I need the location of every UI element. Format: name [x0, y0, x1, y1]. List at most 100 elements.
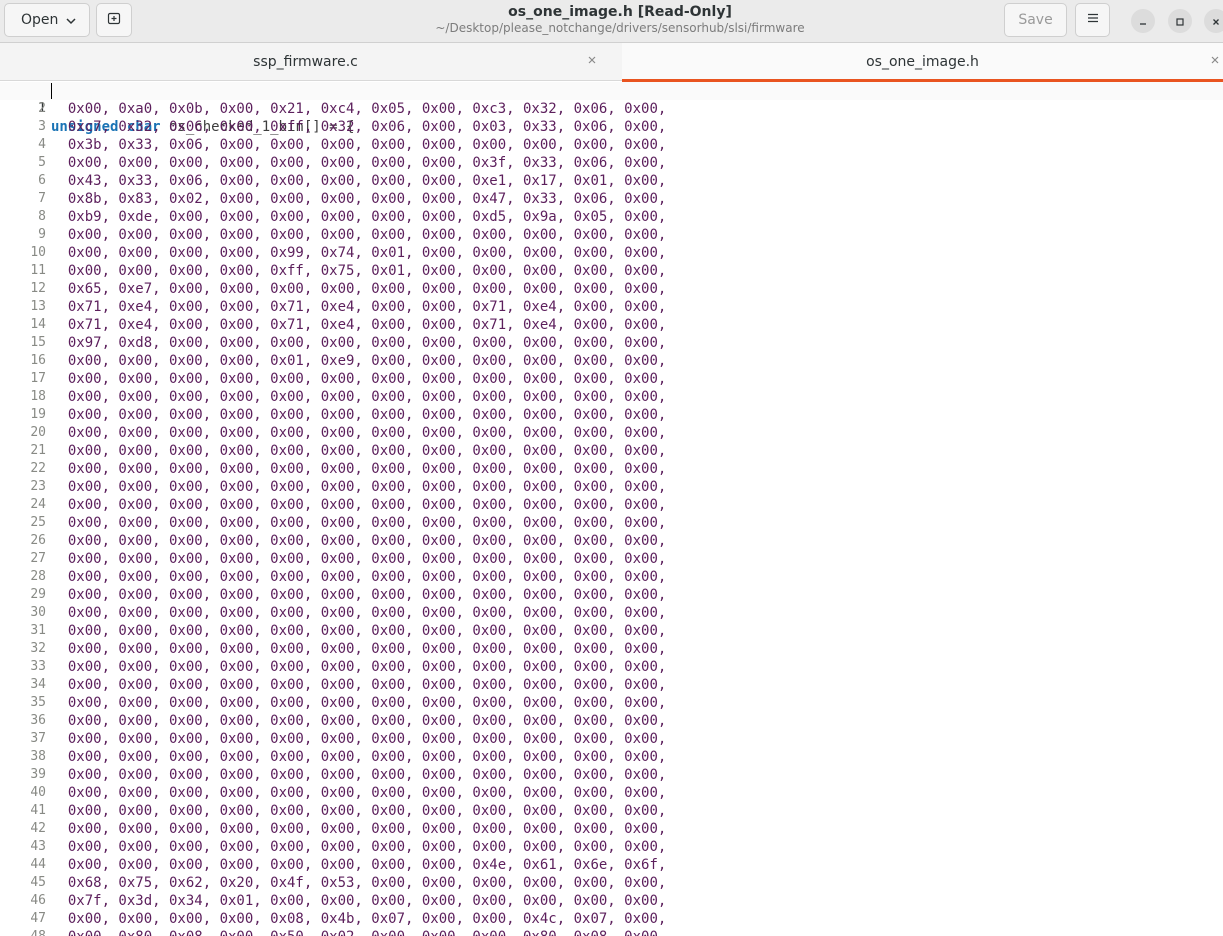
line-number: 42: [30, 821, 46, 836]
close-window-button[interactable]: [1204, 9, 1223, 33]
code-line: 37 0x00, 0x00, 0x00, 0x00, 0x00, 0x00, 0…: [0, 730, 1223, 748]
tab-label: os_one_image.h: [866, 53, 979, 70]
line-text: 0x71, 0xe4, 0x00, 0x00, 0x71, 0xe4, 0x00…: [51, 299, 667, 315]
line-text: 0x00, 0x00, 0x00, 0x00, 0x00, 0x00, 0x00…: [51, 389, 667, 405]
line-number: 24: [30, 497, 46, 512]
main-menu-button[interactable]: [1075, 3, 1110, 37]
line-number: 15: [30, 335, 46, 350]
line-text: 0x43, 0x33, 0x06, 0x00, 0x00, 0x00, 0x00…: [51, 173, 667, 189]
tab-bar: ssp_firmware.c os_one_image.h: [0, 43, 1223, 82]
tab-ssp-firmware[interactable]: ssp_firmware.c: [0, 43, 611, 80]
code-line: 12 0x65, 0xe7, 0x00, 0x00, 0x00, 0x00, 0…: [0, 280, 1223, 298]
line-number: 18: [30, 389, 46, 404]
header-bar: Open os_one_image.h [Read-Only] ~/Deskto…: [0, 0, 1223, 43]
line-number: 12: [30, 281, 46, 296]
code-line: 26 0x00, 0x00, 0x00, 0x00, 0x00, 0x00, 0…: [0, 532, 1223, 550]
line-number: 3: [38, 119, 46, 134]
line-text: 0xb9, 0xde, 0x00, 0x00, 0x00, 0x00, 0x00…: [51, 209, 667, 225]
close-icon: [1211, 12, 1221, 31]
code-line: 1 unsigned char os_checked_1_bin[] = {: [0, 82, 1223, 135]
line-text: 0x00, 0x00, 0x00, 0x00, 0x00, 0x00, 0x00…: [51, 731, 667, 747]
line-text: 0x00, 0x00, 0x00, 0x00, 0x00, 0x00, 0x00…: [51, 551, 667, 567]
code-line: 39 0x00, 0x00, 0x00, 0x00, 0x00, 0x00, 0…: [0, 766, 1223, 784]
tab-os-one-image[interactable]: os_one_image.h: [622, 43, 1223, 82]
code-line: 48 0x00, 0x80, 0x08, 0x00, 0x50, 0x02, 0…: [0, 928, 1223, 936]
line-number: 38: [30, 749, 46, 764]
code-line: 29 0x00, 0x00, 0x00, 0x00, 0x00, 0x00, 0…: [0, 586, 1223, 604]
code-line: 8 0xb9, 0xde, 0x00, 0x00, 0x00, 0x00, 0x…: [0, 208, 1223, 226]
line-number: 30: [30, 605, 46, 620]
code-line: 28 0x00, 0x00, 0x00, 0x00, 0x00, 0x00, 0…: [0, 568, 1223, 586]
line-number: 32: [30, 641, 46, 656]
line-number: 28: [30, 569, 46, 584]
new-tab-icon: [106, 10, 122, 30]
code-line: 18 0x00, 0x00, 0x00, 0x00, 0x00, 0x00, 0…: [0, 388, 1223, 406]
line-number: 14: [30, 317, 46, 332]
line-text: 0x00, 0x00, 0x00, 0x00, 0x00, 0x00, 0x00…: [51, 857, 667, 873]
text-cursor: [51, 83, 52, 99]
line-text: 0x00, 0x00, 0x00, 0x00, 0x00, 0x00, 0x00…: [51, 803, 667, 819]
code-line: 44 0x00, 0x00, 0x00, 0x00, 0x00, 0x00, 0…: [0, 856, 1223, 874]
close-icon: [587, 53, 597, 69]
line-number: 31: [30, 623, 46, 638]
code-line: 33 0x00, 0x00, 0x00, 0x00, 0x00, 0x00, 0…: [0, 658, 1223, 676]
line-text: 0x65, 0xe7, 0x00, 0x00, 0x00, 0x00, 0x00…: [51, 281, 667, 297]
code-line: 40 0x00, 0x00, 0x00, 0x00, 0x00, 0x00, 0…: [0, 784, 1223, 802]
line-number: 41: [30, 803, 46, 818]
minimize-button[interactable]: [1131, 9, 1155, 33]
line-text: 0x00, 0x00, 0x00, 0x00, 0x00, 0x00, 0x00…: [51, 371, 667, 387]
line-text: 0x8b, 0x83, 0x02, 0x00, 0x00, 0x00, 0x00…: [51, 191, 667, 207]
line-text: 0x00, 0x00, 0x00, 0x00, 0x00, 0x00, 0x00…: [51, 605, 667, 621]
line-text: 0x00, 0x00, 0x00, 0x00, 0xff, 0x75, 0x01…: [51, 263, 667, 279]
line-text: 0x00, 0x00, 0x00, 0x00, 0x00, 0x00, 0x00…: [51, 407, 667, 423]
text-editor[interactable]: 1 unsigned char os_checked_1_bin[] = { 2…: [0, 82, 1223, 936]
code-line: 16 0x00, 0x00, 0x00, 0x00, 0x01, 0xe9, 0…: [0, 352, 1223, 370]
line-text: 0x00, 0x00, 0x00, 0x00, 0x00, 0x00, 0x00…: [51, 461, 667, 477]
line-number: 4: [38, 137, 46, 152]
save-button[interactable]: Save: [1004, 3, 1067, 37]
code-line: 10 0x00, 0x00, 0x00, 0x00, 0x99, 0x74, 0…: [0, 244, 1223, 262]
code-line: 42 0x00, 0x00, 0x00, 0x00, 0x00, 0x00, 0…: [0, 820, 1223, 838]
line-text: 0x00, 0x00, 0x00, 0x00, 0x00, 0x00, 0x00…: [51, 677, 667, 693]
line-text: 0x00, 0x00, 0x00, 0x00, 0x00, 0x00, 0x00…: [51, 515, 667, 531]
line-number: 45: [30, 875, 46, 890]
code-line: 21 0x00, 0x00, 0x00, 0x00, 0x00, 0x00, 0…: [0, 442, 1223, 460]
line-number: 33: [30, 659, 46, 674]
code-line: 32 0x00, 0x00, 0x00, 0x00, 0x00, 0x00, 0…: [0, 640, 1223, 658]
line-number: 43: [30, 839, 46, 854]
code-line: 25 0x00, 0x00, 0x00, 0x00, 0x00, 0x00, 0…: [0, 514, 1223, 532]
code-line: 47 0x00, 0x00, 0x00, 0x00, 0x08, 0x4b, 0…: [0, 910, 1223, 928]
window-subtitle: ~/Desktop/please_notchange/drivers/senso…: [435, 21, 805, 35]
code-line: 35 0x00, 0x00, 0x00, 0x00, 0x00, 0x00, 0…: [0, 694, 1223, 712]
line-text: 0xc7, 0x32, 0x06, 0x00, 0xff, 0x32, 0x06…: [51, 119, 667, 135]
line-number: 17: [30, 371, 46, 386]
line-number: 46: [30, 893, 46, 908]
line-number: 2: [38, 101, 46, 116]
maximize-button[interactable]: [1168, 9, 1192, 33]
line-text: 0x97, 0xd8, 0x00, 0x00, 0x00, 0x00, 0x00…: [51, 335, 667, 351]
open-button-label: Open: [21, 12, 59, 28]
code-line: 13 0x71, 0xe4, 0x00, 0x00, 0x71, 0xe4, 0…: [0, 298, 1223, 316]
line-number: 13: [30, 299, 46, 314]
code-line: 2 0x00, 0xa0, 0x0b, 0x00, 0x21, 0xc4, 0x…: [0, 100, 1223, 118]
line-text: 0x00, 0x00, 0x00, 0x00, 0x99, 0x74, 0x01…: [51, 245, 667, 261]
new-tab-button[interactable]: [96, 3, 132, 37]
code-line: 14 0x71, 0xe4, 0x00, 0x00, 0x71, 0xe4, 0…: [0, 316, 1223, 334]
line-text: 0x00, 0x00, 0x00, 0x00, 0x00, 0x00, 0x00…: [51, 533, 667, 549]
open-button[interactable]: Open: [4, 3, 90, 37]
line-number: 39: [30, 767, 46, 782]
line-number: 36: [30, 713, 46, 728]
code-line: 20 0x00, 0x00, 0x00, 0x00, 0x00, 0x00, 0…: [0, 424, 1223, 442]
line-number: 20: [30, 425, 46, 440]
code-line: 27 0x00, 0x00, 0x00, 0x00, 0x00, 0x00, 0…: [0, 550, 1223, 568]
save-button-label: Save: [1018, 12, 1053, 28]
line-text: 0x00, 0x00, 0x00, 0x00, 0x00, 0x00, 0x00…: [51, 569, 667, 585]
code-line: 36 0x00, 0x00, 0x00, 0x00, 0x00, 0x00, 0…: [0, 712, 1223, 730]
tab-label: ssp_firmware.c: [253, 53, 358, 70]
minimize-icon: [1138, 12, 1148, 31]
line-number: 35: [30, 695, 46, 710]
line-number: 37: [30, 731, 46, 746]
tab-close-button[interactable]: [585, 54, 599, 68]
line-number: 22: [30, 461, 46, 476]
tab-close-button[interactable]: [1208, 54, 1222, 68]
